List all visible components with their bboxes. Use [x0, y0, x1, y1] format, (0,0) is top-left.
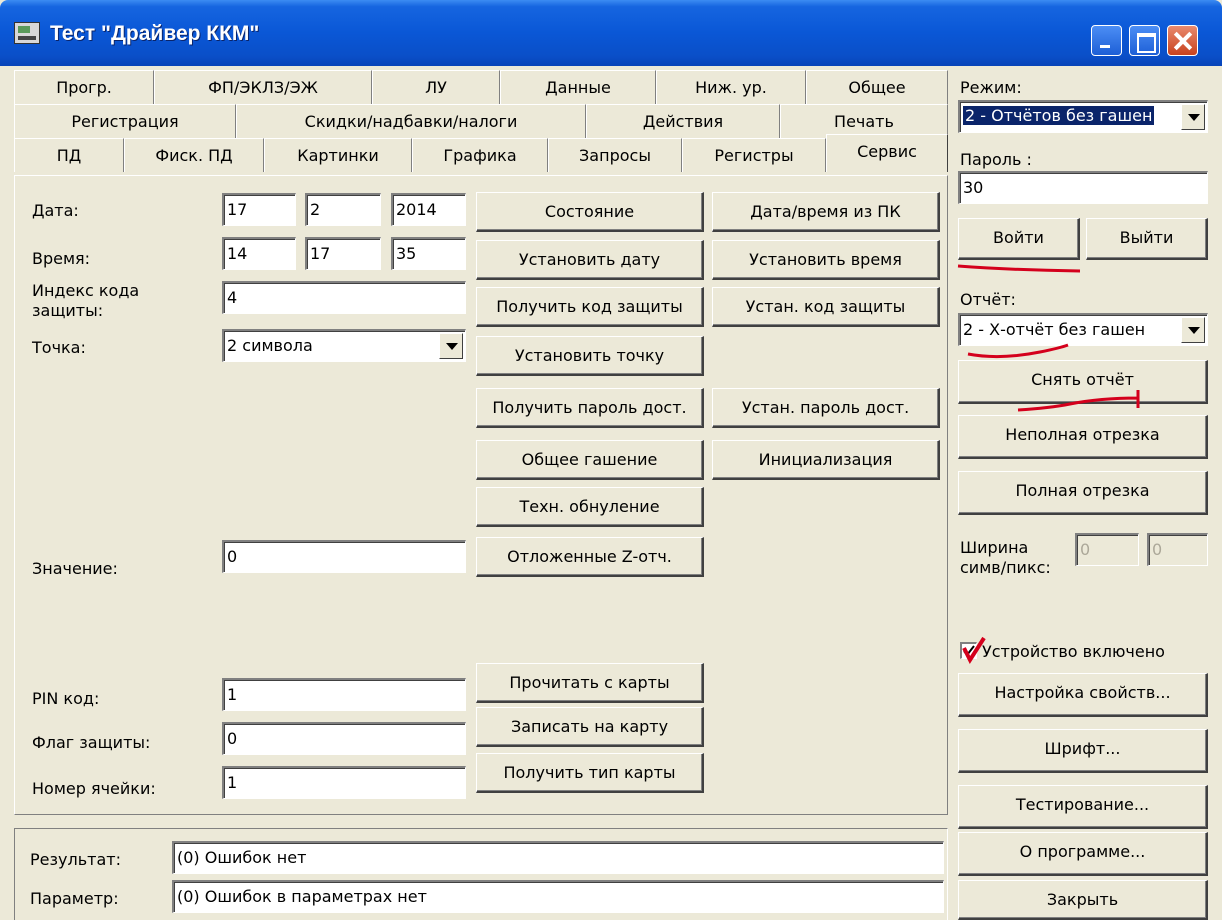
- tab-general[interactable]: Общее: [806, 70, 948, 104]
- tab-data[interactable]: Данные: [500, 70, 656, 104]
- login-button[interactable]: Войти: [958, 218, 1080, 260]
- chevron-down-icon[interactable]: [439, 333, 463, 359]
- app-icon: [14, 22, 40, 44]
- tab-discounts[interactable]: Скидки/надбавки/налоги: [236, 104, 586, 138]
- maximize-button[interactable]: [1129, 25, 1160, 56]
- password-label: Пароль :: [960, 150, 1032, 169]
- close-button[interactable]: Закрыть: [958, 880, 1208, 920]
- flag-field[interactable]: 0: [222, 722, 466, 755]
- point-select-value: 2 символа: [227, 336, 313, 355]
- set-date-button[interactable]: Установить дату: [476, 240, 704, 280]
- tab-requests[interactable]: Запросы: [548, 138, 682, 172]
- set-time-button[interactable]: Установить время: [712, 240, 940, 280]
- time-label: Время:: [32, 249, 91, 268]
- tab-registers[interactable]: Регистры: [682, 138, 826, 172]
- code-index-field[interactable]: 4: [222, 281, 466, 314]
- point-label: Точка:: [32, 338, 86, 357]
- pin-field[interactable]: 1: [222, 678, 466, 711]
- minimize-button[interactable]: [1091, 25, 1122, 56]
- code-index-label-line1: Индекс кода: [32, 281, 140, 300]
- result-label: Результат:: [30, 850, 121, 869]
- tab-strip: Прогр. ФП/ЭКЛЗ/ЭЖ ЛУ Данные Ниж. ур. Общ…: [14, 70, 948, 178]
- tab-pd[interactable]: ПД: [14, 138, 124, 172]
- tab-lu[interactable]: ЛУ: [372, 70, 500, 104]
- result-field[interactable]: (0) Ошибок нет: [172, 841, 944, 874]
- tab-low-level[interactable]: Ниж. ур.: [656, 70, 806, 104]
- window-title: Тест "Драйвер ККМ": [50, 22, 260, 45]
- point-select[interactable]: 2 символа: [222, 329, 466, 362]
- tab-fisc-pd[interactable]: Фиск. ПД: [124, 138, 264, 172]
- take-report-button[interactable]: Снять отчёт: [958, 360, 1208, 404]
- time-hour-field[interactable]: 14: [222, 237, 296, 270]
- mode-label: Режим:: [960, 78, 1022, 97]
- title-bar: Тест "Драйвер ККМ": [0, 0, 1222, 66]
- pin-label: PIN код:: [32, 689, 100, 708]
- cell-number-label: Номер ячейки:: [32, 779, 156, 798]
- cell-number-field[interactable]: 1: [222, 766, 466, 799]
- write-card-button[interactable]: Записать на карту: [476, 707, 704, 747]
- set-point-button[interactable]: Установить точку: [476, 336, 704, 376]
- close-window-button[interactable]: [1167, 25, 1198, 56]
- tab-print[interactable]: Печать: [780, 104, 948, 138]
- testing-button[interactable]: Тестирование...: [958, 785, 1208, 829]
- font-button[interactable]: Шрифт...: [958, 729, 1208, 773]
- report-select[interactable]: 2 - Х-отчёт без гашен: [958, 313, 1208, 346]
- tab-graphics[interactable]: Графика: [412, 138, 548, 172]
- report-label: Отчёт:: [960, 290, 1016, 309]
- time-minute-field[interactable]: 17: [305, 237, 381, 270]
- partial-cut-button[interactable]: Неполная отрезка: [958, 415, 1208, 459]
- about-button[interactable]: О программе...: [958, 832, 1208, 876]
- status-button[interactable]: Состояние: [476, 192, 704, 232]
- value-label: Значение:: [32, 559, 118, 578]
- tab-pictures[interactable]: Картинки: [264, 138, 412, 172]
- properties-button[interactable]: Настройка свойств...: [958, 673, 1208, 717]
- set-password-button[interactable]: Устан. пароль дост.: [712, 388, 940, 428]
- value-field[interactable]: 0: [222, 540, 466, 573]
- date-label: Дата:: [32, 201, 79, 220]
- width-label-line1: Ширина: [960, 538, 1029, 557]
- param-label: Параметр:: [30, 889, 119, 908]
- device-on-label: Устройство включено: [982, 642, 1165, 661]
- date-year-field[interactable]: 2014: [391, 193, 466, 226]
- param-field[interactable]: (0) Ошибок в параметрах нет: [172, 880, 944, 913]
- flag-label: Флаг защиты:: [32, 733, 151, 752]
- date-month-field[interactable]: 2: [305, 193, 381, 226]
- card-type-button[interactable]: Получить тип карты: [476, 753, 704, 793]
- tab-progr[interactable]: Прогр.: [14, 70, 154, 104]
- tab-actions[interactable]: Действия: [586, 104, 780, 138]
- chevron-down-icon[interactable]: [1181, 317, 1205, 343]
- tab-registration[interactable]: Регистрация: [14, 104, 236, 138]
- width-label-line2: симв/пикс:: [960, 558, 1051, 577]
- delayed-z-button[interactable]: Отложенные Z-отч.: [476, 537, 704, 577]
- checkmark-icon: [963, 645, 975, 657]
- date-day-field[interactable]: 17: [222, 193, 296, 226]
- logout-button[interactable]: Выйти: [1086, 218, 1208, 260]
- datetime-from-pc-button[interactable]: Дата/время из ПК: [712, 192, 940, 232]
- mode-select-value: 2 - Отчётов без гашен: [963, 106, 1155, 125]
- read-card-button[interactable]: Прочитать с карты: [476, 663, 704, 703]
- full-cut-button[interactable]: Полная отрезка: [958, 471, 1208, 515]
- tech-reset-button[interactable]: Техн. обнуление: [476, 487, 704, 527]
- code-index-label-line2: защиты:: [32, 301, 104, 320]
- time-second-field[interactable]: 35: [391, 237, 466, 270]
- general-clear-button[interactable]: Общее гашение: [476, 440, 704, 480]
- set-code-button[interactable]: Устан. код защиты: [712, 287, 940, 327]
- tab-service[interactable]: Сервис: [826, 134, 948, 172]
- mode-select[interactable]: 2 - Отчётов без гашен: [958, 100, 1208, 133]
- device-on-checkbox[interactable]: [960, 642, 977, 659]
- init-button[interactable]: Инициализация: [712, 440, 940, 480]
- get-password-button[interactable]: Получить пароль дост.: [476, 388, 704, 428]
- report-select-value: 2 - Х-отчёт без гашен: [963, 320, 1146, 339]
- tab-fp-eklz[interactable]: ФП/ЭКЛЗ/ЭЖ: [154, 70, 372, 104]
- width-chars-field[interactable]: 0: [1075, 533, 1139, 566]
- width-pixels-field[interactable]: 0: [1147, 533, 1208, 566]
- password-field[interactable]: 30: [958, 171, 1208, 204]
- chevron-down-icon[interactable]: [1181, 104, 1205, 130]
- get-code-button[interactable]: Получить код защиты: [476, 287, 704, 327]
